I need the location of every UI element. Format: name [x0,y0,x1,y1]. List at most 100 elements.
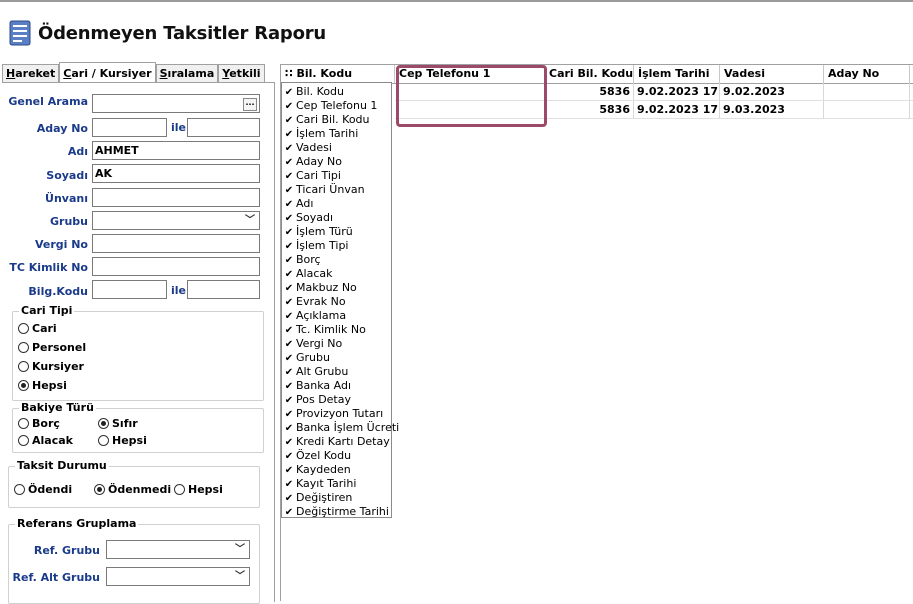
column-chooser-item[interactable]: ✔ Cari Tipi [282,169,341,183]
tab-siralama[interactable]: Sıralama [155,64,219,82]
cell-islem-tarihi: 9.02.2023 17:1 [634,83,720,100]
column-chooser-item[interactable]: ✔ Kayıt Tarihi [282,477,357,491]
column-chooser-item[interactable]: ✔ Provizyon Tutarı [282,407,383,421]
radio-borc[interactable]: Borç [18,417,60,430]
column-chooser-label: Açıklama [296,309,347,322]
column-chooser-item[interactable]: ✔ Tc. Kimlik No [282,323,366,337]
column-chooser-item[interactable]: ✔ Grubu [282,351,330,365]
checkmark-icon: ✔ [284,395,294,406]
column-chooser-item[interactable]: ✔ Değiştirme Tarihi [282,505,389,519]
column-chooser-item[interactable]: ✔ Cep Telefonu 1 [282,99,378,113]
radio-odendi[interactable]: Ödendi [14,483,72,496]
filter-panel: Genel Arama ... Aday No ile Adı AHMET So… [2,82,275,604]
chevron-down-icon: ﹀ [235,544,245,555]
column-chooser-label: Cari Bil. Kodu [296,113,370,126]
column-chooser-item[interactable]: ✔ Açıklama [282,309,346,323]
bilg-kodu-to-input[interactable] [187,280,260,299]
radio-odenmedi[interactable]: Ödenmedi [94,483,171,496]
radio-sifir[interactable]: Sıfır [98,417,138,430]
radio-cari[interactable]: Cari [18,322,57,335]
column-chooser-item[interactable]: ✔ Aday No [282,155,342,169]
column-chooser-item[interactable]: ✔ Makbuz No [282,281,357,295]
ref-alt-grubu-select[interactable]: ﹀ [106,567,250,586]
radio-hepsi-bakiye[interactable]: Hepsi [98,434,147,447]
column-chooser-item[interactable]: ✔ Kaydeden [282,463,351,477]
column-header-islem-tarihi[interactable]: İşlem Tarihi [634,65,720,83]
aday-no-to-input[interactable] [187,118,260,137]
cell-aday-no [824,83,910,100]
column-chooser-item[interactable]: ✔ Cari Bil. Kodu [282,113,370,127]
column-chooser-item[interactable]: ✔ Borç [282,253,321,267]
checkmark-icon: ✔ [284,115,294,126]
column-chooser-item[interactable]: ✔ İşlem Türü [282,225,353,239]
checkmark-icon: ✔ [284,507,294,518]
radio-kursiyer[interactable]: Kursiyer [18,360,84,373]
column-chooser-item[interactable]: ✔ Alacak [282,267,333,281]
checkmark-icon: ✔ [284,423,294,434]
checkmark-icon: ✔ [284,493,294,504]
radio-hepsi-taksit[interactable]: Hepsi [174,483,223,496]
column-chooser-item[interactable]: ✔ Adı [282,197,314,211]
genel-arama-label: Genel Arama [8,95,88,108]
column-header-bil-kodu[interactable]: ∷ Bil. Kodu [281,65,395,83]
column-chooser-label: Değiştirme Tarihi [296,505,389,518]
column-chooser-item[interactable]: ✔ Vadesi [282,141,332,155]
column-chooser-item[interactable]: ✔ Değiştiren [282,491,353,505]
checkmark-icon: ✔ [284,437,294,448]
column-chooser-label: Banka Adı [296,379,352,392]
column-chooser-item[interactable]: ✔ Soyadı [282,211,333,225]
bilg-kodu-from-input[interactable] [92,280,167,299]
vergi-no-input[interactable] [92,234,260,253]
column-header-vadesi[interactable]: Vadesi [720,65,824,83]
column-chooser-item[interactable]: ✔ Özel Kodu [282,449,351,463]
column-chooser-label: İşlem Tipi [296,239,349,252]
column-chooser-label: Bil. Kodu [296,85,345,98]
column-chooser-item[interactable]: ✔ İşlem Tarihi [282,127,358,141]
column-chooser-item[interactable]: ✔ Kredi Kartı Detay [282,435,390,449]
cell-cari-bil-kodu: 5836 [545,101,634,118]
column-chooser-label: Soyadı [296,211,334,224]
browse-button[interactable]: ... [243,98,257,111]
soyadi-input[interactable]: AK [92,164,260,183]
unvani-input[interactable] [92,188,260,207]
bilg-kodu-label: Bilg.Kodu [28,285,88,298]
grid-header: ∷ Bil. Kodu Cep Telefonu 1 Cari Bil. Kod… [281,64,913,84]
checkmark-icon: ✔ [284,451,294,462]
soyadi-label: Soyadı [46,169,88,182]
column-chooser-item[interactable]: ✔ Vergi No [282,337,342,351]
ref-grubu-select[interactable]: ﹀ [106,540,250,559]
window-top-border [0,0,913,2]
genel-arama-input[interactable]: ... [92,94,260,113]
column-chooser-item[interactable]: ✔ Banka İşlem Ücreti [282,421,399,435]
radio-personel[interactable]: Personel [18,341,86,354]
column-chooser-item[interactable]: ✔ Bil. Kodu [282,85,344,99]
tab-yetkili[interactable]: Yetkili [218,64,265,82]
tc-kimlik-no-label: TC Kimlik No [9,261,88,274]
column-chooser-label: Makbuz No [296,281,357,294]
column-chooser-item[interactable]: ✔ Banka Adı [282,379,351,393]
column-chooser-item[interactable]: ✔ Pos Detay [282,393,351,407]
column-chooser-item[interactable]: ✔ İşlem Tipi [282,239,349,253]
column-chooser-item[interactable]: ✔ Alt Grubu [282,365,349,379]
grubu-select[interactable]: ﹀ [92,211,260,230]
aday-no-from-input[interactable] [92,118,167,137]
column-header-cari-bil-kodu[interactable]: Cari Bil. Kodu [545,65,634,83]
report-icon [9,20,31,46]
tab-hareket[interactable]: Hareket [2,64,60,82]
adi-input[interactable]: AHMET [92,141,260,160]
column-header-aday-no[interactable]: Aday No [824,65,910,83]
grubu-label: Grubu [50,215,88,228]
tab-cari-kursiyer[interactable]: Cari / Kursiyer [59,62,156,83]
referans-gruplama-group: Referans Gruplama [8,517,260,604]
column-chooser-item[interactable]: ✔ Ticari Ünvan [282,183,365,197]
column-chooser-item[interactable]: ✔ Evrak No [282,295,346,309]
column-chooser-label: Banka İşlem Ücreti [296,421,400,434]
column-chooser-label: Adı [296,197,314,210]
aday-no-label: Aday No [36,122,88,135]
tc-kimlik-no-input[interactable] [92,257,260,276]
column-chooser-menu: ✔ Bil. Kodu ✔ Cep Telefonu 1 ✔ Cari Bil. Kodu… [281,82,399,519]
page-title: Ödenmeyen Taksitler Raporu [38,22,327,44]
aday-no-ile-label: ile [171,121,187,134]
radio-alacak[interactable]: Alacak [18,434,73,447]
radio-hepsi-cari[interactable]: Hepsi [18,379,67,392]
